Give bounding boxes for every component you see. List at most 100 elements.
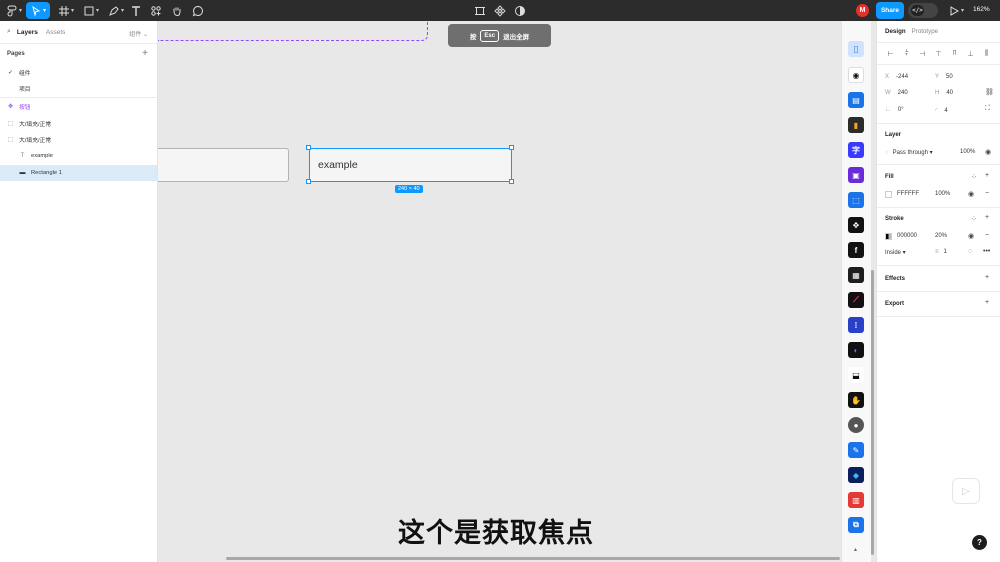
y-field[interactable]: Y 50: [935, 74, 953, 80]
share-button[interactable]: Share: [876, 2, 904, 19]
text-tool-button[interactable]: [129, 2, 143, 19]
layer-item[interactable]: ⬚ 大/填充/正常: [0, 131, 157, 148]
x-field[interactable]: X -244: [885, 74, 908, 80]
move-tool-button[interactable]: ▾: [26, 2, 50, 19]
page-item[interactable]: 项目: [0, 81, 157, 98]
align-left-icon[interactable]: ⊢: [885, 48, 896, 59]
resize-handle[interactable]: [509, 179, 514, 184]
comment-tool-button[interactable]: [191, 2, 205, 19]
page-item[interactable]: ✓ 组件: [0, 64, 157, 81]
font-char-icon[interactable]: 字: [848, 142, 864, 158]
eye-icon[interactable]: ◉: [848, 67, 864, 83]
tab-assets[interactable]: Assets: [46, 29, 66, 36]
add-export-icon[interactable]: +: [985, 299, 989, 306]
frame-select-icon[interactable]: ⬚: [848, 192, 864, 208]
styles-icon[interactable]: ⁘: [971, 215, 977, 223]
constrain-proportions-icon[interactable]: ⛓: [985, 88, 994, 96]
stroke-hex[interactable]: 000000: [897, 233, 917, 239]
remove-fill-icon[interactable]: −: [985, 190, 989, 197]
styles-icon[interactable]: ⁘: [971, 173, 977, 181]
input-field-default[interactable]: [158, 148, 289, 182]
document-icon[interactable]: ▤: [848, 92, 864, 108]
dev-mode-toggle[interactable]: </>: [908, 3, 938, 18]
fill-opacity[interactable]: 100%: [935, 191, 950, 197]
add-effect-icon[interactable]: +: [985, 274, 989, 281]
move-arrows-icon[interactable]: ✥: [848, 217, 864, 233]
component-button[interactable]: [493, 2, 507, 19]
resize-handle[interactable]: [509, 145, 514, 150]
stroke-position-select[interactable]: Inside ▾: [885, 249, 906, 256]
share-device-icon[interactable]: ⧉: [848, 517, 864, 533]
canvas[interactable]: 按 Esc 退出全屏 example 240 × 40 这个是获取焦点: [158, 21, 841, 562]
present-button[interactable]: ▾: [948, 2, 964, 19]
align-center-h-icon[interactable]: ⫩: [901, 48, 912, 59]
align-bottom-icon[interactable]: ⊥: [965, 48, 976, 59]
download-icon[interactable]: ⬓: [848, 367, 864, 383]
layer-item-selected[interactable]: ▬ Rectangle 1: [0, 164, 157, 182]
frame-tool-button[interactable]: ▾: [55, 2, 77, 19]
fill-hex[interactable]: FFFFFF: [897, 191, 919, 197]
layer-opacity[interactable]: 100%: [960, 149, 975, 155]
search-icon[interactable]: ⌕: [7, 28, 11, 36]
stroke-sides-icon[interactable]: ◌: [968, 248, 972, 255]
rotation-field[interactable]: ∟ 0°: [885, 107, 904, 113]
height-field[interactable]: H 40: [935, 90, 953, 96]
avatar[interactable]: M: [856, 4, 869, 17]
stroke-opacity[interactable]: 20%: [935, 233, 947, 239]
main-menu-button[interactable]: ▾: [4, 2, 24, 19]
zoom-level[interactable]: 162%: [973, 6, 990, 13]
resources-button[interactable]: [149, 2, 163, 19]
dock-more-icon[interactable]: ▴: [854, 546, 857, 553]
stroke-swatch[interactable]: [885, 233, 892, 240]
grid-layout-icon[interactable]: ▦: [848, 267, 864, 283]
component-set-frame[interactable]: [158, 21, 428, 41]
apps-grid-icon[interactable]: ⁞: [848, 317, 864, 333]
tab-layers[interactable]: Layers: [17, 29, 38, 36]
input-field-focused[interactable]: example: [309, 148, 512, 182]
mask-button[interactable]: [513, 2, 527, 19]
help-icon[interactable]: ?: [972, 535, 987, 550]
add-page-icon[interactable]: +: [142, 48, 148, 59]
shape-tool-button[interactable]: ▾: [80, 2, 102, 19]
eye-icon[interactable]: ◉: [968, 190, 974, 198]
eye-icon[interactable]: ◉: [985, 148, 991, 156]
distribute-icon[interactable]: ⫼: [981, 48, 992, 59]
tab-prototype[interactable]: Prototype: [912, 28, 938, 35]
twitch-icon[interactable]: ▣: [848, 167, 864, 183]
resize-handle[interactable]: [306, 179, 311, 184]
align-top-icon[interactable]: ⊤: [933, 48, 944, 59]
user-avatar-icon[interactable]: ●: [848, 417, 864, 433]
corner-radius-field[interactable]: ◜ 4: [935, 107, 948, 114]
stroke-weight-field[interactable]: ≡ 1: [935, 249, 947, 255]
pen-tool-button[interactable]: ▾: [105, 2, 127, 19]
independent-corners-icon[interactable]: ⛶: [985, 105, 990, 113]
blend-mode-select[interactable]: ◌ Pass through ▾: [885, 149, 933, 156]
vertical-scrollbar[interactable]: [871, 270, 874, 555]
palette-icon[interactable]: ◐: [848, 342, 864, 358]
hand-tool-button[interactable]: [170, 2, 184, 19]
bar-chart-icon[interactable]: ▥: [848, 492, 864, 508]
align-center-v-icon[interactable]: ⫪: [949, 48, 960, 59]
align-right-icon[interactable]: ⊣: [917, 48, 928, 59]
horizontal-scrollbar[interactable]: [226, 557, 840, 560]
add-stroke-icon[interactable]: +: [985, 214, 989, 221]
eye-icon[interactable]: ◉: [968, 232, 974, 240]
dock-app-icon[interactable]: ▯: [848, 41, 864, 57]
video-play-overlay-icon[interactable]: ▷: [952, 478, 980, 504]
layer-item[interactable]: ✥ 按钮: [0, 98, 157, 115]
book-icon[interactable]: ▮: [848, 117, 864, 133]
cube-icon[interactable]: ◆: [848, 467, 864, 483]
crop-button[interactable]: [473, 2, 487, 19]
add-fill-icon[interactable]: +: [985, 172, 989, 179]
feather-icon[interactable]: ✎: [848, 442, 864, 458]
layer-item[interactable]: ⬚ 大/填充/正常: [0, 115, 157, 132]
tab-design[interactable]: Design: [885, 28, 906, 35]
hand-gesture-icon[interactable]: ✋: [848, 392, 864, 408]
remove-stroke-icon[interactable]: −: [985, 232, 989, 239]
link-icon[interactable]: ⟋: [848, 292, 864, 308]
font-f-icon[interactable]: f: [848, 242, 864, 258]
layer-item[interactable]: T example: [0, 148, 157, 165]
resize-handle[interactable]: [306, 145, 311, 150]
width-field[interactable]: W 240: [885, 90, 908, 96]
fill-swatch[interactable]: [885, 191, 892, 198]
